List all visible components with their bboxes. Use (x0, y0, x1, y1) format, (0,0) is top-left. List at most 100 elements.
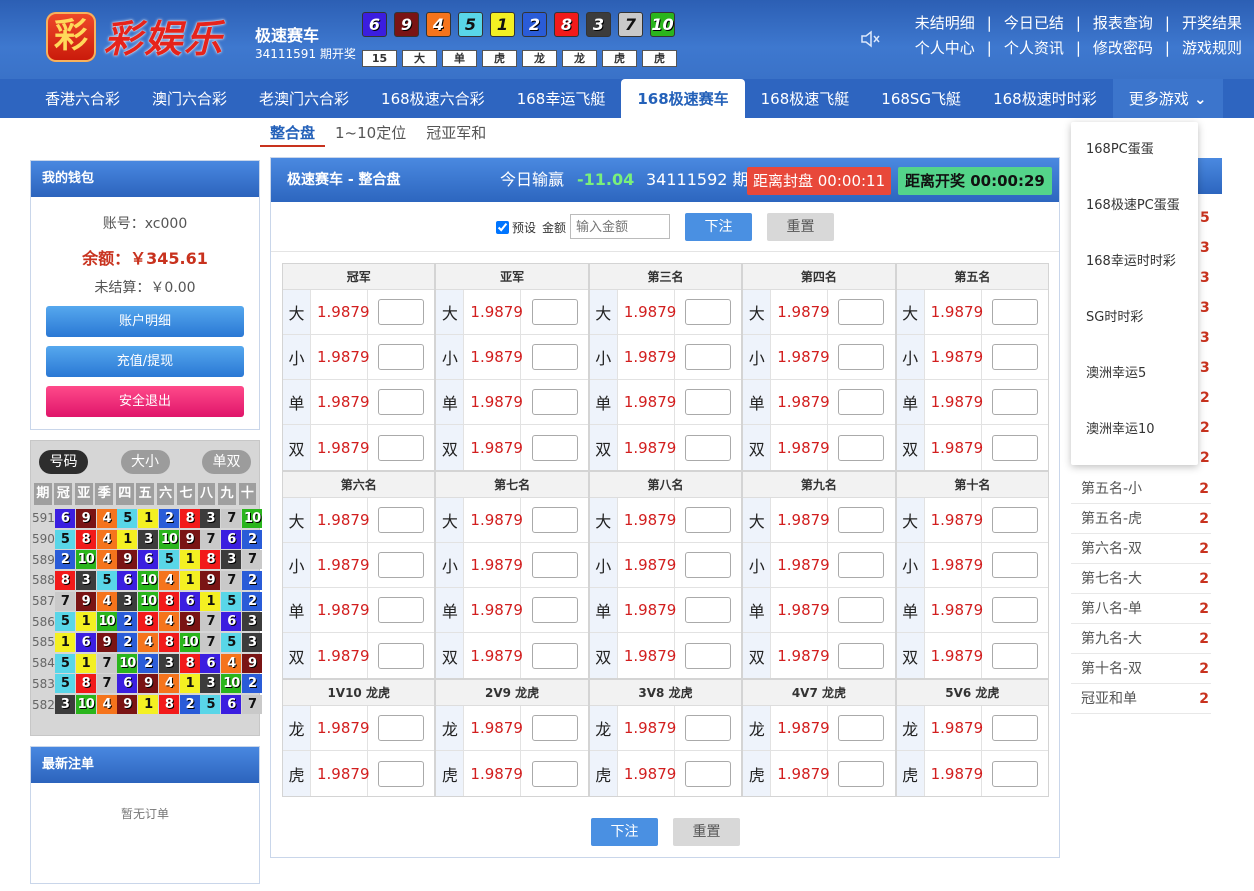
nav-item-7[interactable]: 168SG飞艇 (865, 79, 977, 118)
history-issue: 583 (32, 676, 55, 691)
bet-amount-input[interactable] (991, 299, 1038, 325)
top-link-2-0[interactable]: 个人中心 (915, 36, 975, 61)
bet-amount-input[interactable] (378, 642, 425, 669)
bet-amount-input[interactable] (531, 344, 578, 370)
top-link-1-3[interactable]: 开奖结果 (1182, 11, 1242, 36)
history-tab-2[interactable]: 单双 (202, 450, 251, 474)
bet-odds: 1.9879 (925, 425, 983, 470)
amount-input[interactable] (570, 214, 670, 239)
bet-amount-input[interactable] (378, 715, 425, 741)
bet-amount-input[interactable] (991, 344, 1038, 370)
bet-amount-input[interactable] (378, 597, 425, 623)
bet-button-top[interactable]: 下注 (685, 213, 752, 241)
reset-button-top[interactable]: 重置 (767, 213, 834, 241)
nav-item-0[interactable]: 香港六合彩 (29, 79, 136, 118)
bet-amount-input[interactable] (991, 760, 1038, 787)
history-cells: 5 8 4 1 3 10 9 7 6 2 (54, 529, 263, 549)
bet-amount-input[interactable] (838, 507, 885, 533)
bet-amount-input[interactable] (685, 299, 732, 325)
more-game-item-0[interactable]: 168PC蛋蛋 (1071, 122, 1198, 178)
more-game-item-1[interactable]: 168极速PC蛋蛋 (1071, 178, 1198, 234)
bet-button-bottom[interactable]: 下注 (591, 818, 658, 846)
more-game-item-4[interactable]: 澳洲幸运5 (1071, 346, 1198, 402)
bet-amount-input[interactable] (838, 597, 885, 623)
more-game-item-5[interactable]: 澳洲幸运10 (1071, 402, 1198, 458)
bet-amount-input[interactable] (531, 552, 578, 578)
long-dragon-count-hidden: 3 (1200, 240, 1210, 256)
subtab-1[interactable]: 1~10定位 (325, 120, 416, 147)
bet-amount-input[interactable] (991, 389, 1038, 415)
top-link-1-0[interactable]: 未结明细 (915, 11, 975, 36)
subtab-0[interactable]: 整合盘 (260, 120, 326, 147)
subtab-2[interactable]: 冠亚军和 (416, 120, 496, 147)
bet-amount-input[interactable] (991, 715, 1038, 741)
history-ball: 5 (221, 632, 242, 652)
nav-item-8[interactable]: 168极速时时彩 (977, 79, 1113, 118)
bet-amount-input[interactable] (991, 434, 1038, 461)
reset-button-bottom[interactable]: 重置 (673, 818, 740, 846)
top-link-1-1[interactable]: 今日已结 (1004, 11, 1064, 36)
bet-amount-input[interactable] (685, 552, 732, 578)
bet-amount-input[interactable] (531, 299, 578, 325)
bet-amount-input[interactable] (378, 552, 425, 578)
bet-amount-input[interactable] (991, 642, 1038, 669)
bet-amount-input[interactable] (838, 299, 885, 325)
more-game-item-3[interactable]: SG时时彩 (1071, 290, 1198, 346)
nav-item-3[interactable]: 168极速六合彩 (365, 79, 501, 118)
bet-amount-input[interactable] (991, 507, 1038, 533)
bet-amount-input[interactable] (531, 434, 578, 461)
top-link-1-2[interactable]: 报表查询 (1093, 11, 1153, 36)
bet-amount-input[interactable] (378, 760, 425, 787)
nav-item-6[interactable]: 168极速飞艇 (745, 79, 866, 118)
bet-amount-input[interactable] (838, 760, 885, 787)
bet-amount-input[interactable] (531, 507, 578, 533)
bet-amount-input[interactable] (378, 344, 425, 370)
unsettled-text: 未结算：￥0.00 (94, 280, 196, 296)
bet-amount-input[interactable] (685, 507, 732, 533)
account-detail-button[interactable]: 账户明细 (46, 306, 244, 337)
bet-amount-input[interactable] (838, 715, 885, 741)
bet-amount-input[interactable] (685, 344, 732, 370)
preset-checkbox[interactable]: 预设 金额 (496, 219, 566, 236)
today-winlose-label: 今日输赢 (500, 170, 565, 189)
bet-amount-input[interactable] (685, 715, 732, 741)
top-link-2-2[interactable]: 修改密码 (1093, 36, 1153, 61)
nav-item-1[interactable]: 澳门六合彩 (136, 79, 243, 118)
bet-amount-input[interactable] (531, 715, 578, 741)
bet-amount-input[interactable] (685, 434, 732, 461)
bet-amount-input[interactable] (378, 389, 425, 415)
bet-amount-input[interactable] (531, 760, 578, 787)
bet-amount-input[interactable] (991, 552, 1038, 578)
bet-amount-input[interactable] (531, 389, 578, 415)
bet-amount-input[interactable] (531, 597, 578, 623)
nav-item-5[interactable]: 168极速赛车 (621, 79, 745, 118)
bet-amount-input[interactable] (838, 552, 885, 578)
bet-amount-input[interactable] (838, 344, 885, 370)
top-link-2-3[interactable]: 游戏规则 (1182, 36, 1242, 61)
bet-amount-input[interactable] (531, 642, 578, 669)
bet-amount-input[interactable] (378, 299, 425, 325)
history-tab-0[interactable]: 号码 (39, 450, 88, 474)
bet-amount-input[interactable] (685, 642, 732, 669)
bet-amount-input[interactable] (838, 389, 885, 415)
nav-item-4[interactable]: 168幸运飞艇 (501, 79, 622, 118)
bet-amount-input[interactable] (378, 507, 425, 533)
bet-amount-input[interactable] (991, 597, 1038, 623)
bet-section-2: 1V10 龙虎龙 1.9879 虎 1.9879 2V9 龙虎龙 1.9879 虎 1.987… (283, 680, 1049, 796)
preset-check[interactable] (496, 221, 509, 234)
deposit-withdraw-button[interactable]: 充值/提现 (46, 346, 244, 377)
nav-item-9[interactable]: 更多游戏 ⌄ (1112, 79, 1223, 118)
logout-button[interactable]: 安全退出 (46, 386, 244, 417)
top-link-2-1[interactable]: 个人资讯 (1004, 36, 1064, 61)
bet-cell: 单 1.9879 (436, 380, 588, 425)
bet-amount-input[interactable] (838, 434, 885, 461)
bet-option-label: 大 (436, 498, 465, 542)
more-game-item-2[interactable]: 168幸运时时彩 (1071, 234, 1198, 290)
bet-amount-input[interactable] (838, 642, 885, 669)
bet-amount-input[interactable] (685, 597, 732, 623)
nav-item-2[interactable]: 老澳门六合彩 (243, 79, 365, 118)
bet-amount-input[interactable] (378, 434, 425, 461)
history-tab-1[interactable]: 大小 (120, 450, 170, 474)
bet-amount-input[interactable] (685, 389, 732, 415)
bet-amount-input[interactable] (685, 760, 732, 787)
